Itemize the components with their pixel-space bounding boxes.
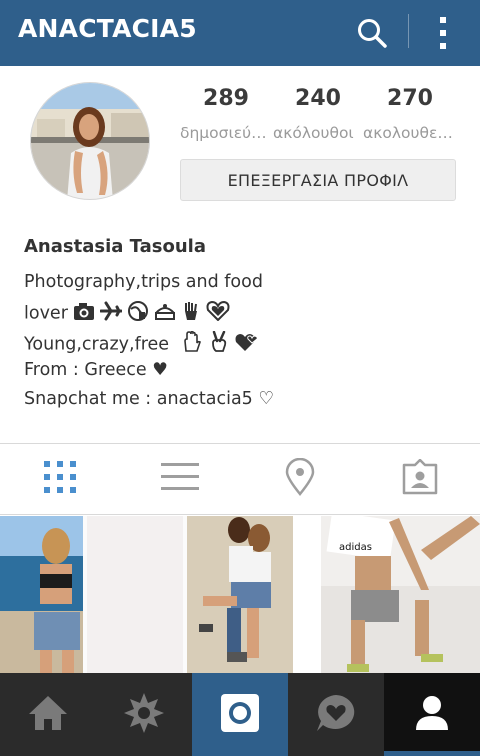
profile-avatar[interactable]	[30, 82, 150, 200]
explore-star-icon	[123, 692, 165, 738]
bio-text: lover	[24, 303, 68, 324]
cake-emoji-icon	[154, 301, 176, 326]
list-icon	[161, 460, 199, 498]
camera-icon	[220, 693, 260, 737]
posts-count[interactable]: 289	[196, 86, 256, 111]
username-title: ANACTACIA5	[18, 14, 197, 43]
divider	[0, 514, 480, 515]
raised-hand-emoji-icon	[181, 330, 203, 358]
bio-text: From : Greece ♥	[24, 360, 168, 380]
camera-nav-button[interactable]	[192, 673, 288, 756]
home-nav-button[interactable]	[0, 673, 96, 756]
home-icon	[27, 694, 69, 736]
profile-nav-button[interactable]	[384, 673, 480, 756]
activity-nav-button[interactable]	[288, 673, 384, 756]
camera-emoji-icon	[73, 301, 95, 326]
list-view-tab[interactable]	[120, 444, 240, 514]
profile-full-name: Anastasia Tasoula	[24, 236, 206, 257]
following-count[interactable]: 270	[380, 86, 440, 111]
tagged-view-tab[interactable]	[360, 444, 480, 514]
active-tab-indicator	[384, 751, 480, 756]
fries-emoji-icon	[181, 301, 201, 326]
double-heart-emoji-icon	[235, 332, 259, 357]
top-bar: ANACTACIA5	[0, 0, 480, 66]
search-icon[interactable]	[354, 15, 390, 51]
photo-thumbnail[interactable]	[0, 516, 83, 674]
bio-text: Snapchat me : anactacia5 ♡	[24, 389, 275, 409]
bio-line: Young,crazy,free	[24, 330, 264, 358]
posts-label[interactable]: δημοσιεύσεις	[180, 124, 273, 142]
activity-heart-bubble-icon	[315, 693, 357, 737]
location-pin-icon	[284, 457, 316, 500]
photo-thumbnail[interactable]: adidas	[321, 516, 480, 674]
edit-profile-button[interactable]: ΕΠΕΞΕΡΓΑΣΙΑ ΠΡΟΦΙΛ	[180, 159, 456, 201]
bio-line: Snapchat me : anactacia5 ♡	[24, 389, 274, 409]
heart-emoji-icon	[206, 300, 230, 326]
photo-thumbnail[interactable]	[83, 516, 187, 674]
followers-count[interactable]: 240	[288, 86, 348, 111]
globe-emoji-icon	[127, 301, 149, 326]
toolbar-divider	[408, 14, 409, 48]
bio-text: Young,crazy,free	[24, 334, 170, 355]
bio-text: Photography,trips and food	[24, 272, 263, 292]
photo-thumbnail[interactable]	[187, 516, 293, 674]
bottom-navigation	[0, 673, 480, 756]
bio-line: Photography,trips and food	[24, 272, 263, 292]
bio-line: lover	[24, 300, 235, 326]
explore-nav-button[interactable]	[96, 673, 192, 756]
location-view-tab[interactable]	[240, 444, 360, 514]
victory-hand-emoji-icon	[208, 330, 230, 358]
profile-view-tabs	[0, 444, 480, 514]
grid-view-tab[interactable]	[0, 444, 120, 514]
following-label[interactable]: ακολουθείτε	[363, 124, 456, 142]
more-options-icon[interactable]	[428, 15, 458, 51]
grid-icon	[43, 460, 77, 498]
followers-label[interactable]: ακόλουθοι	[273, 124, 363, 142]
bio-line: From : Greece ♥	[24, 360, 168, 380]
svg-text:adidas: adidas	[339, 542, 372, 553]
tagged-photos-icon	[402, 458, 438, 499]
profile-person-icon	[414, 694, 450, 736]
photo-grid: adidas	[0, 516, 480, 674]
airplane-emoji-icon	[99, 301, 123, 326]
